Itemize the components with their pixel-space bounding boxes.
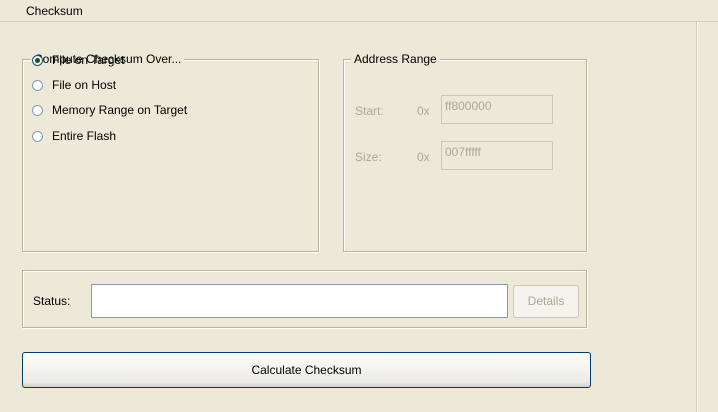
radio-selected-icon [32,54,43,66]
start-address-input[interactable]: ff800000 [441,95,553,124]
radio-file-on-host[interactable]: File on Host [32,77,116,93]
radio-memory-range-on-target[interactable]: Memory Range on Target [32,102,187,118]
status-label: Status: [33,294,71,308]
divider-highlight [697,22,698,412]
start-prefix: 0x [417,104,430,118]
radio-icon [32,79,43,91]
details-button-label: Details [527,294,565,308]
status-field[interactable] [91,284,508,318]
radio-file-on-target[interactable]: File on Target [32,52,125,68]
address-range-legend: Address Range [351,52,440,66]
calculate-checksum-button[interactable]: Calculate Checksum [22,352,591,388]
size-input[interactable]: 007fffff [441,141,553,170]
radio-entire-flash[interactable]: Entire Flash [32,128,116,144]
panel-title: Checksum [26,4,83,18]
radio-label: File on Host [52,78,117,92]
radio-icon [32,130,43,142]
radio-label: Memory Range on Target [52,103,188,117]
radio-icon [32,104,43,116]
radio-label: File on Target [52,53,125,67]
size-prefix: 0x [417,150,430,164]
calculate-checksum-label: Calculate Checksum [251,363,362,377]
panel-title-bar: Checksum [0,0,718,22]
start-label: Start: [355,104,384,118]
size-label: Size: [355,150,382,164]
details-button[interactable]: Details [513,285,579,318]
radio-label: Entire Flash [52,129,117,143]
